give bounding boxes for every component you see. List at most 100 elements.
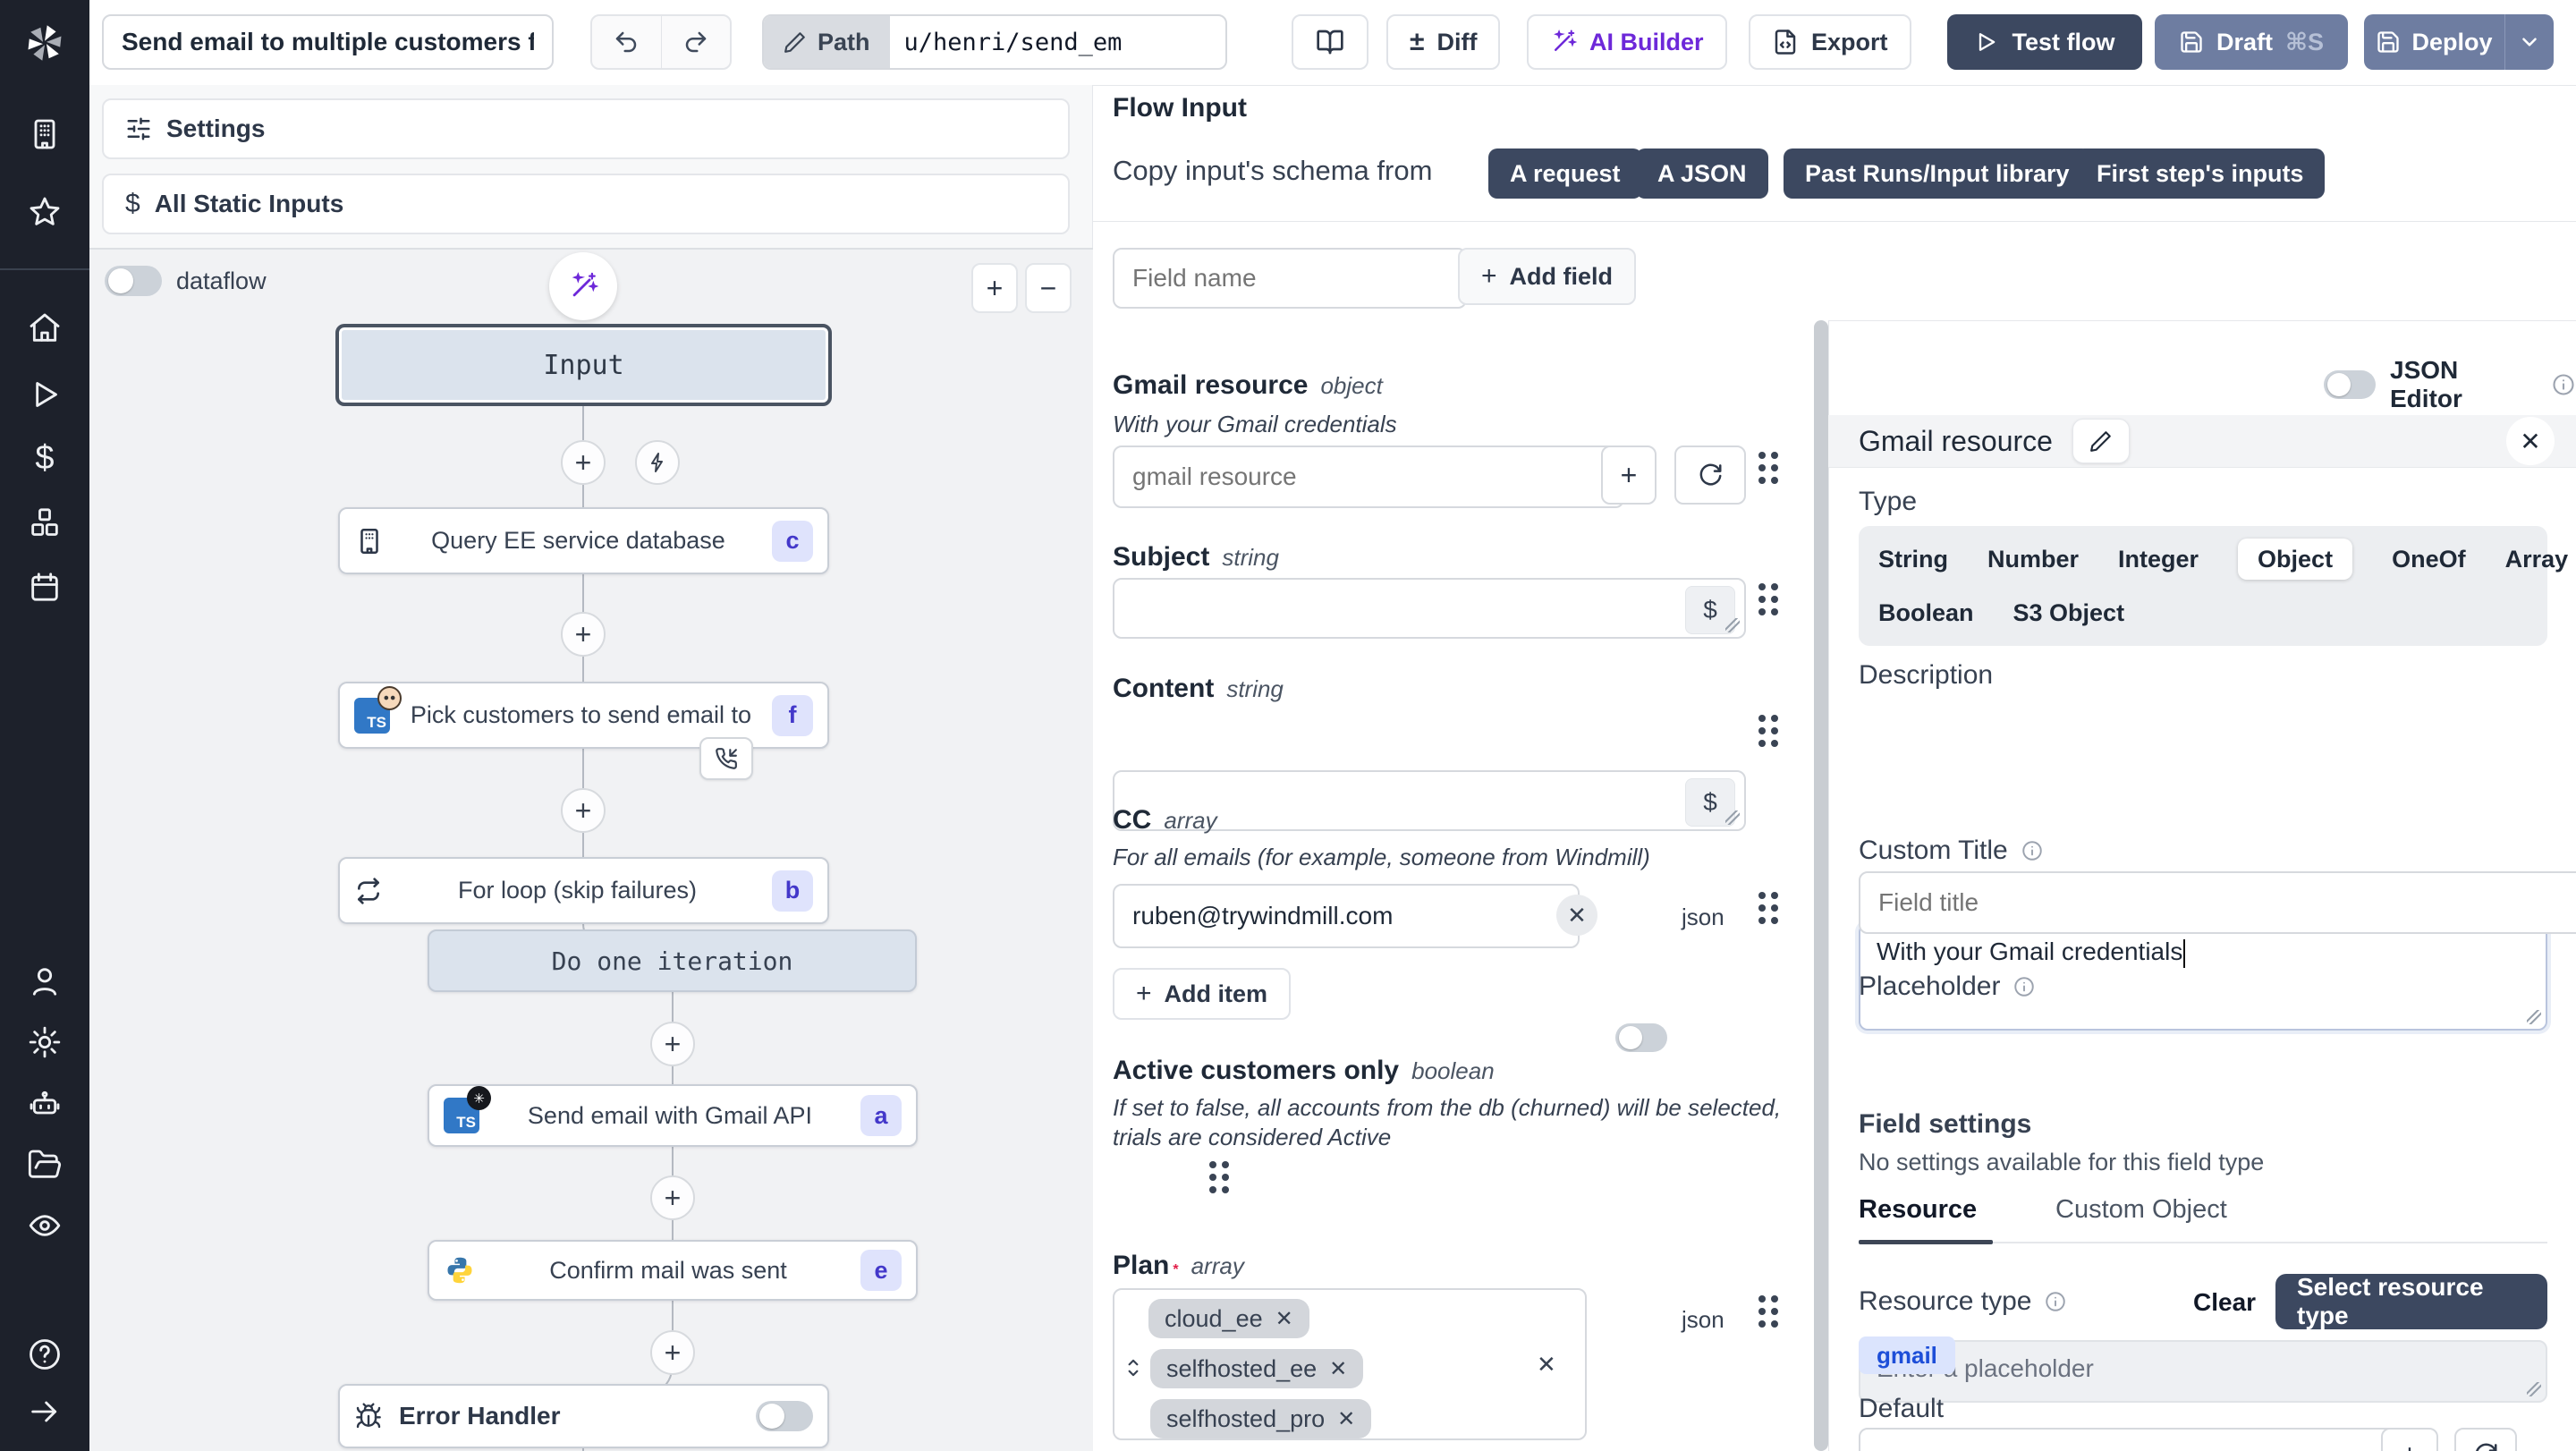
drag-handle[interactable] xyxy=(1758,1295,1766,1303)
add-step-button[interactable]: + xyxy=(650,1175,695,1220)
add-step-button[interactable]: + xyxy=(561,440,606,485)
schema-from-past-runs-button[interactable]: Past Runs/Input library xyxy=(1784,148,2091,199)
flow-node-pick-customers[interactable]: TS Pick customers to send email to f xyxy=(338,682,829,749)
type-option-oneof[interactable]: OneOf xyxy=(2392,539,2466,580)
type-option-number[interactable]: Number xyxy=(1987,539,2079,580)
resize-grip[interactable] xyxy=(2527,1382,2541,1396)
refresh-default-button[interactable] xyxy=(2454,1428,2517,1451)
add-item-button[interactable]: + Add item xyxy=(1113,968,1291,1020)
subject-textarea[interactable]: $ xyxy=(1113,578,1746,639)
remove-tag-icon[interactable]: ✕ xyxy=(1329,1356,1347,1382)
windmill-logo[interactable] xyxy=(0,0,89,85)
default-value-input[interactable] xyxy=(1859,1428,2404,1451)
deploy-dropdown-button[interactable] xyxy=(2505,30,2554,54)
all-static-inputs-button[interactable]: $ All Static Inputs xyxy=(102,174,1070,234)
call-step-button[interactable] xyxy=(699,737,753,780)
type-option-integer[interactable]: Integer xyxy=(2118,539,2199,580)
type-option-string[interactable]: String xyxy=(1878,539,1948,580)
ai-flow-wand-button[interactable] xyxy=(549,252,617,320)
export-button[interactable]: Export xyxy=(1749,14,1911,70)
deploy-button[interactable]: Deploy xyxy=(2364,29,2504,56)
flow-node-input[interactable]: Input xyxy=(335,324,832,406)
drag-handle[interactable] xyxy=(1758,892,1766,899)
zoom-out-button[interactable]: − xyxy=(1025,263,1072,313)
schema-from-request-button[interactable]: A request xyxy=(1488,148,1642,199)
sidebar-item-home[interactable] xyxy=(25,309,64,348)
diff-button[interactable]: ± Diff xyxy=(1386,14,1500,70)
add-resource-button[interactable]: + xyxy=(1601,445,1657,505)
flow-settings-button[interactable]: Settings xyxy=(102,98,1070,159)
resize-grip[interactable] xyxy=(1725,618,1740,632)
add-field-button[interactable]: + Add field xyxy=(1458,248,1636,305)
type-option-boolean[interactable]: Boolean xyxy=(1878,592,1974,633)
undo-button[interactable] xyxy=(592,16,662,68)
remove-cc-item-button[interactable]: ✕ xyxy=(1556,895,1597,936)
drag-handle[interactable] xyxy=(1758,583,1766,590)
drag-handle[interactable] xyxy=(1758,452,1766,459)
test-flow-button[interactable]: Test flow xyxy=(1947,14,2142,70)
flow-node-query-db[interactable]: Query EE service database c xyxy=(338,507,829,574)
type-option-object[interactable]: Object xyxy=(2238,539,2352,580)
refresh-resource-button[interactable] xyxy=(1674,445,1746,505)
edit-title-button[interactable] xyxy=(2072,419,2130,463)
drag-handle[interactable] xyxy=(1758,715,1766,722)
sidebar-item-variables[interactable]: $ xyxy=(25,438,64,478)
schema-from-json-button[interactable]: A JSON xyxy=(1636,148,1768,199)
type-option-s3object[interactable]: S3 Object xyxy=(2013,592,2125,633)
draft-button[interactable]: Draft ⌘S xyxy=(2155,14,2348,70)
cc-item-input[interactable] xyxy=(1113,884,1580,948)
sidebar-item-runs[interactable] xyxy=(25,375,64,414)
field-name-input[interactable] xyxy=(1113,248,1467,309)
dataflow-toggle[interactable] xyxy=(105,266,162,296)
cc-json-toggle[interactable] xyxy=(1615,1023,1667,1052)
drag-handle[interactable] xyxy=(1209,1161,1216,1168)
json-editor-toggle[interactable] xyxy=(2324,370,2376,399)
sidebar-item-help[interactable] xyxy=(25,1335,64,1374)
sidebar-item-folders[interactable] xyxy=(25,1145,64,1184)
sidebar-item-workers[interactable] xyxy=(25,1084,64,1124)
path-chip[interactable]: Path u/henri/send_em xyxy=(762,14,1227,70)
tag-input-area[interactable] xyxy=(1490,1399,1576,1438)
flow-title-input[interactable] xyxy=(102,14,554,70)
add-step-button[interactable]: + xyxy=(561,612,606,657)
flow-node-confirm-mail[interactable]: Confirm mail was sent e xyxy=(428,1240,918,1301)
custom-title-input[interactable] xyxy=(1859,871,2576,934)
flow-node-for-loop[interactable]: For loop (skip failures) b xyxy=(338,857,829,924)
trigger-button[interactable] xyxy=(635,440,680,485)
flow-node-send-email[interactable]: TS✳ Send email with Gmail API a xyxy=(428,1084,918,1147)
add-step-button[interactable]: + xyxy=(650,1330,695,1375)
scrollbar[interactable] xyxy=(1814,320,1828,1451)
flow-node-do-one-iteration[interactable]: Do one iteration xyxy=(428,929,917,992)
flow-node-error-handler[interactable]: Error Handler xyxy=(338,1384,829,1448)
zoom-in-button[interactable]: + xyxy=(971,263,1018,313)
add-default-resource-button[interactable]: + xyxy=(2381,1428,2438,1451)
resize-grip[interactable] xyxy=(1725,810,1740,825)
docs-button[interactable] xyxy=(1292,14,1368,70)
select-resource-type-button[interactable]: Select resource type xyxy=(2275,1274,2547,1329)
sidebar-expand-button[interactable] xyxy=(25,1392,64,1431)
remove-array-item-button[interactable]: ✕ xyxy=(1537,1351,1556,1379)
resize-grip[interactable] xyxy=(2527,1010,2541,1024)
gmail-resource-input[interactable] xyxy=(1113,445,1624,508)
tab-resource[interactable]: Resource xyxy=(1859,1195,1977,1225)
clear-resource-button[interactable]: Clear xyxy=(2193,1288,2256,1317)
sidebar-item-settings[interactable] xyxy=(25,1022,64,1062)
close-panel-button[interactable]: ✕ xyxy=(2506,417,2555,465)
sidebar-item-workspace[interactable] xyxy=(25,115,64,154)
type-option-array[interactable]: Array xyxy=(2505,539,2569,580)
tab-custom-object[interactable]: Custom Object xyxy=(2055,1195,2227,1225)
add-step-button[interactable]: + xyxy=(650,1022,695,1066)
sidebar-item-audit[interactable] xyxy=(25,1206,64,1245)
ai-builder-button[interactable]: AI Builder xyxy=(1527,14,1727,70)
sidebar-item-favorites[interactable] xyxy=(25,192,64,232)
sidebar-item-schedules[interactable] xyxy=(25,567,64,607)
add-step-button[interactable]: + xyxy=(561,788,606,833)
plan-tags-box[interactable]: cloud_ee✕ selfhosted_ee✕ ✕ selfhosted_pr… xyxy=(1113,1288,1587,1440)
remove-tag-icon[interactable]: ✕ xyxy=(1275,1306,1293,1332)
redo-button[interactable] xyxy=(662,16,731,68)
sort-handle-icon[interactable] xyxy=(1122,1356,1145,1379)
placeholder-textarea[interactable]: Enter a placeholder xyxy=(1859,1340,2547,1403)
error-handler-toggle[interactable] xyxy=(756,1401,813,1431)
remove-tag-icon[interactable]: ✕ xyxy=(1337,1406,1355,1432)
sidebar-item-users[interactable] xyxy=(25,962,64,1001)
